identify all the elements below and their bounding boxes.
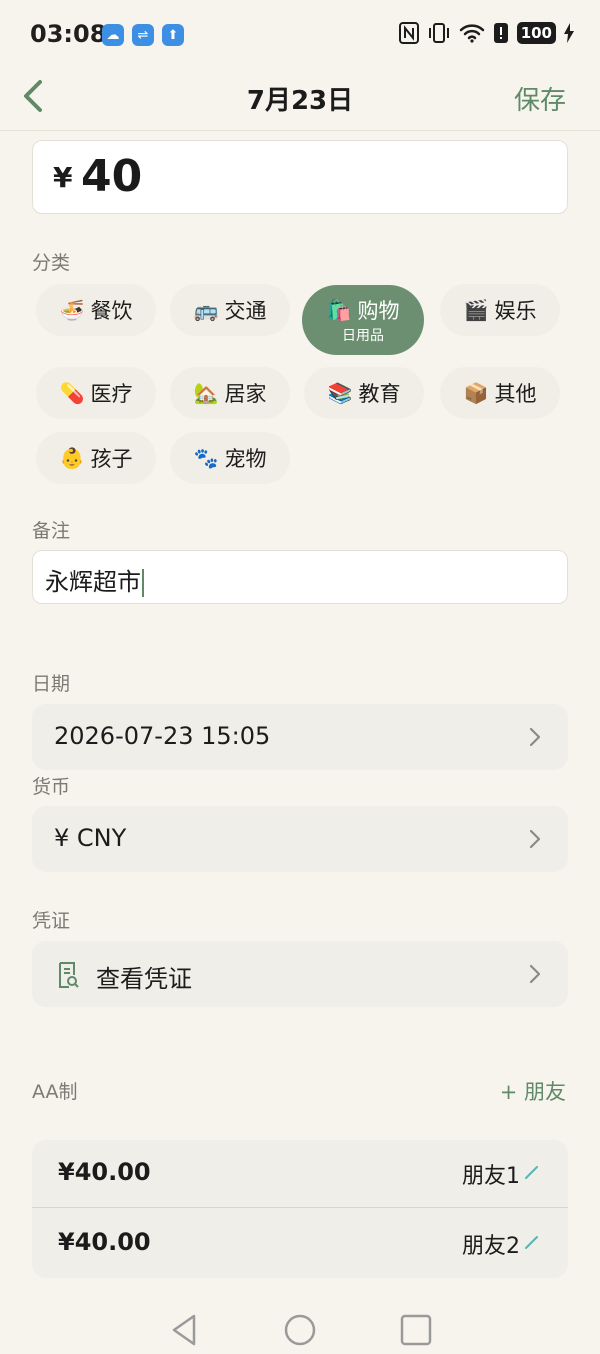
receipt-search-icon: [59, 962, 79, 988]
house-icon: 🏡: [193, 381, 219, 405]
category-chip-pets[interactable]: 🐾 宠物: [170, 432, 290, 484]
chevron-right-icon: [529, 829, 541, 849]
nav-home-icon[interactable]: [282, 1312, 318, 1348]
shopping-bag-icon: 🛍️: [326, 298, 352, 322]
save-button[interactable]: 保存: [514, 80, 566, 117]
category-chip-label: 教育: [358, 382, 401, 406]
split-amount: ¥40.00: [58, 1158, 151, 1186]
chevron-right-icon: [529, 964, 541, 984]
category-chip-label: 宠物: [224, 447, 267, 471]
note-label: 备注: [32, 520, 71, 542]
bus-icon: 🚌: [193, 298, 219, 322]
status-icons: 100: [398, 22, 574, 44]
charging-icon: [564, 23, 574, 43]
weather-icon: ☁: [102, 24, 124, 46]
add-friend-button[interactable]: + 朋友: [500, 1076, 566, 1106]
category-label: 分类: [32, 252, 71, 274]
upload-icon: ⬆: [162, 24, 184, 46]
note-value: 永辉超市: [45, 568, 141, 596]
category-chip-other[interactable]: 📦 其他: [440, 367, 560, 419]
category-chip-dining[interactable]: 🍜 餐饮: [36, 284, 156, 336]
currency-label: 货币: [32, 776, 71, 798]
voucher-row[interactable]: 查看凭证: [32, 941, 568, 1007]
subcategory-label: 日用品: [342, 328, 384, 344]
amount-input[interactable]: ¥ 40: [32, 140, 568, 214]
voucher-label: 凭证: [32, 910, 71, 932]
category-chip-label: 娱乐: [494, 299, 537, 323]
text-cursor: [142, 569, 144, 597]
edit-pencil-icon[interactable]: [524, 1234, 540, 1250]
split-label: AA制: [32, 1081, 78, 1103]
amount-value: 40: [81, 151, 143, 202]
category-chip-label: 购物: [357, 299, 400, 323]
split-friend-name: 朋友2: [462, 1234, 520, 1259]
books-icon: 📚: [327, 381, 353, 405]
currency-symbol: ¥: [53, 161, 73, 194]
wifi-icon: [459, 24, 484, 43]
category-chip-label: 餐饮: [90, 299, 133, 323]
alert-icon: [493, 23, 508, 43]
date-picker-row[interactable]: 2026-07-23 15:05: [32, 704, 568, 770]
nfc-icon: [398, 22, 419, 44]
chevron-right-icon: [529, 727, 541, 747]
category-chip-entertainment[interactable]: 🎬 娱乐: [440, 284, 560, 336]
battery-indicator: 100: [516, 22, 556, 44]
category-chip-education[interactable]: 📚 教育: [304, 367, 424, 419]
category-chip-medical[interactable]: 💊 医疗: [36, 367, 156, 419]
clapperboard-icon: 🎬: [463, 298, 489, 322]
category-chip-label: 居家: [224, 382, 267, 406]
page-title: 7月23日: [246, 86, 354, 116]
category-chip-label: 孩子: [90, 447, 133, 471]
usb-icon: ⇌: [132, 24, 154, 46]
view-voucher-link: 查看凭证: [96, 965, 192, 993]
split-amount: ¥40.00: [58, 1228, 151, 1256]
status-time: 03:08: [30, 20, 107, 48]
noodle-icon: 🍜: [59, 298, 85, 322]
nav-back-icon[interactable]: [166, 1312, 202, 1348]
category-chip-home[interactable]: 🏡 居家: [170, 367, 290, 419]
category-chip-shopping[interactable]: 🛍️ 购物 日用品: [302, 285, 424, 355]
category-chip-label: 医疗: [90, 382, 133, 406]
row-divider: [32, 1207, 568, 1208]
currency-picker-row[interactable]: ¥ CNY: [32, 806, 568, 872]
date-label: 日期: [32, 673, 71, 695]
pill-icon: 💊: [59, 381, 85, 405]
paw-icon: 🐾: [193, 446, 219, 470]
category-chip-label: 其他: [494, 382, 537, 406]
category-chip-label: 交通: [224, 299, 267, 323]
package-icon: 📦: [463, 381, 489, 405]
edit-pencil-icon[interactable]: [524, 1164, 540, 1180]
vibrate-icon: [428, 23, 449, 43]
split-list: ¥40.00 朋友1 ¥40.00 朋友2: [32, 1140, 568, 1278]
currency-value: ¥ CNY: [54, 824, 127, 852]
nav-recents-icon[interactable]: [398, 1312, 434, 1348]
note-input[interactable]: 永辉超市: [32, 550, 568, 604]
category-chip-children[interactable]: 👶 孩子: [36, 432, 156, 484]
category-chip-transport[interactable]: 🚌 交通: [170, 284, 290, 336]
header-divider: [0, 130, 600, 131]
date-value: 2026-07-23 15:05: [54, 722, 271, 750]
split-friend-name: 朋友1: [462, 1164, 520, 1189]
baby-icon: 👶: [59, 446, 85, 470]
